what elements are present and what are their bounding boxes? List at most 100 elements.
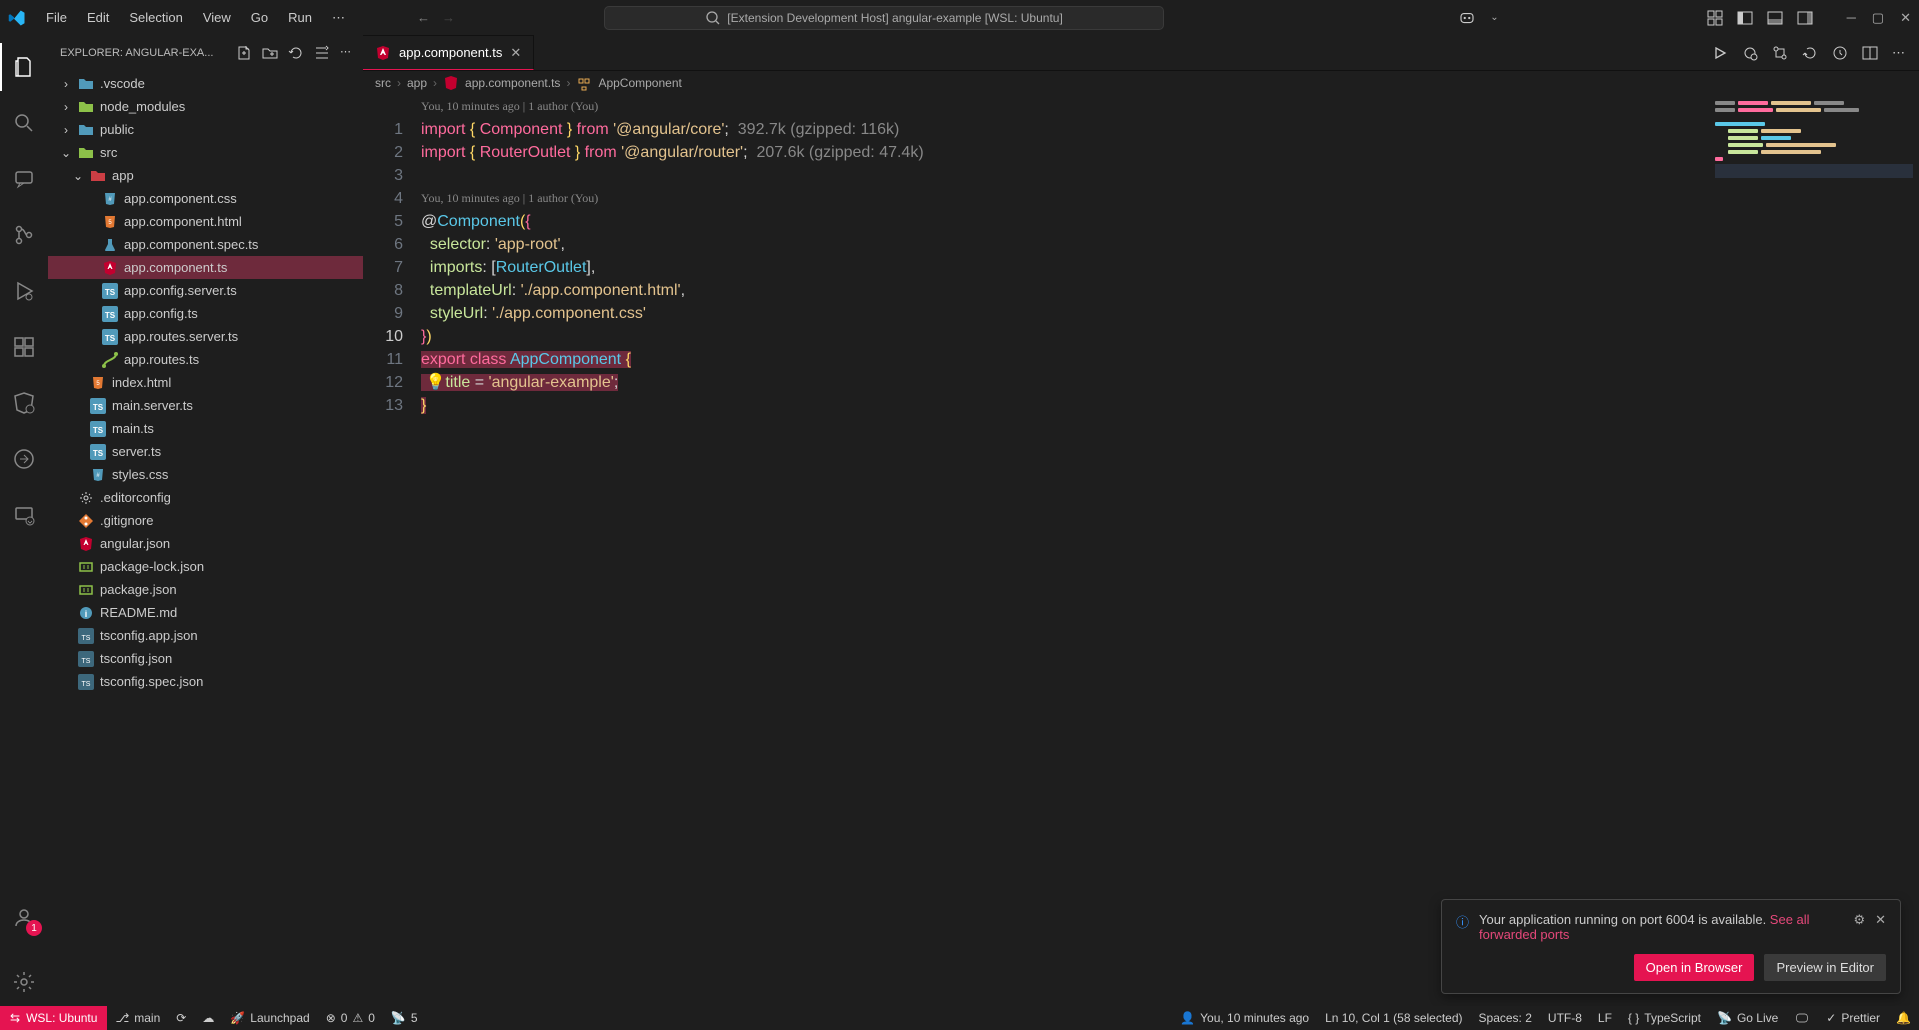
tab-app-component[interactable]: app.component.ts ✕ (363, 35, 534, 70)
layout-customize-icon[interactable] (1707, 10, 1723, 26)
status-golive[interactable]: 📡Go Live (1709, 1011, 1786, 1025)
status-launchpad[interactable]: 🚀Launchpad (222, 1006, 317, 1030)
tree-item-main-server-ts[interactable]: TSmain.server.ts (48, 394, 363, 417)
tab-close-icon[interactable]: ✕ (510, 45, 521, 61)
menu-edit[interactable]: Edit (79, 6, 117, 29)
activity-gitlens[interactable] (0, 435, 48, 483)
menu-file[interactable]: File (38, 6, 75, 29)
status-blame[interactable]: 👤You, 10 minutes ago (1172, 1011, 1317, 1025)
notification-settings-icon[interactable]: ⚙ (1853, 912, 1865, 928)
tree-item-index-html[interactable]: 5index.html (48, 371, 363, 394)
status-problems[interactable]: ⊗0 ⚠0 (318, 1006, 383, 1030)
menu-view[interactable]: View (195, 6, 239, 29)
nav-forward-icon[interactable]: → (442, 10, 455, 25)
status-cloud[interactable]: ☁ (194, 1006, 222, 1030)
split-editor-icon[interactable] (1862, 45, 1878, 61)
copilot-icon[interactable] (1458, 9, 1476, 27)
window-minimize-icon[interactable]: ─ (1847, 10, 1856, 26)
toggle-panel-icon[interactable] (1767, 10, 1783, 26)
activity-accounts[interactable]: 1 (0, 894, 48, 942)
tab-more-icon[interactable]: ⋯ (1892, 45, 1905, 61)
minimap[interactable] (1709, 95, 1919, 1006)
activity-extensions[interactable] (0, 323, 48, 371)
tree-item-README-md[interactable]: iREADME.md (48, 601, 363, 624)
notification-close-icon[interactable]: ✕ (1875, 912, 1886, 928)
copilot-chevron-icon[interactable]: ⌄ (1490, 12, 1498, 23)
file-tree[interactable]: ›.vscode›node_modules›public⌄src⌄app #ap… (48, 70, 363, 1006)
tree-item--vscode[interactable]: ›.vscode (48, 72, 363, 95)
status-remote[interactable]: ⇆ WSL: Ubuntu (0, 1006, 107, 1030)
command-center[interactable]: [Extension Development Host] angular-exa… (604, 6, 1164, 30)
tree-item-tsconfig-json[interactable]: TStsconfig.json (48, 647, 363, 670)
activity-chat[interactable] (0, 155, 48, 203)
activity-remote[interactable] (0, 491, 48, 539)
menu-selection[interactable]: Selection (121, 6, 190, 29)
status-bell[interactable]: 🔔 (1888, 1011, 1919, 1025)
lightbulb-icon[interactable]: 💡 (425, 374, 445, 391)
activity-search[interactable] (0, 99, 48, 147)
tree-item-public[interactable]: ›public (48, 118, 363, 141)
tree-item-package-lock-json[interactable]: package-lock.json (48, 555, 363, 578)
timeline-icon[interactable] (1832, 45, 1848, 61)
menu-run[interactable]: Run (280, 6, 320, 29)
tree-item-app-component-css[interactable]: #app.component.css (48, 187, 363, 210)
tree-item-app-component-spec-ts[interactable]: app.component.spec.ts (48, 233, 363, 256)
activity-settings[interactable] (0, 958, 48, 1006)
new-file-icon[interactable] (236, 45, 252, 61)
status-prettier[interactable]: ✓Prettier (1818, 1011, 1888, 1025)
debug-rerun-icon[interactable] (1742, 45, 1758, 61)
toggle-sidebar-icon[interactable] (1737, 10, 1753, 26)
code-content[interactable]: You, 10 minutes ago | 1 author (You) imp… (421, 95, 1709, 1006)
activity-angular[interactable] (0, 379, 48, 427)
preview-in-editor-button[interactable]: Preview in Editor (1764, 954, 1886, 981)
tree-item-angular-json[interactable]: angular.json (48, 532, 363, 555)
tree-item-main-ts[interactable]: TSmain.ts (48, 417, 363, 440)
status-cursor[interactable]: Ln 10, Col 1 (58 selected) (1317, 1011, 1470, 1025)
activity-explorer[interactable] (0, 43, 48, 91)
breadcrumb[interactable]: src› app› app.component.ts› AppComponent (363, 71, 1919, 95)
menu-go[interactable]: Go (243, 6, 276, 29)
status-encoding[interactable]: UTF-8 (1540, 1011, 1590, 1025)
toggle-secondary-icon[interactable] (1797, 10, 1813, 26)
open-in-browser-button[interactable]: Open in Browser (1634, 954, 1755, 981)
codelens-2[interactable]: You, 10 minutes ago | 1 author (You) (421, 187, 1709, 210)
refresh-icon[interactable] (288, 45, 304, 61)
nav-back-icon[interactable]: ← (417, 10, 430, 25)
tree-item--editorconfig[interactable]: .editorconfig (48, 486, 363, 509)
status-branch[interactable]: ⎇main (107, 1006, 168, 1030)
crumb-file[interactable]: app.component.ts (465, 76, 560, 90)
tree-item-app-config-ts[interactable]: TSapp.config.ts (48, 302, 363, 325)
tree-item-tsconfig-app-json[interactable]: TStsconfig.app.json (48, 624, 363, 647)
menu-more[interactable]: ⋯ (324, 6, 353, 30)
status-ports[interactable]: 📡5 (383, 1006, 426, 1030)
tree-item-package-json[interactable]: package.json (48, 578, 363, 601)
status-sync[interactable]: ⟳ (168, 1006, 194, 1030)
tree-item-app-component-ts[interactable]: app.component.ts (48, 256, 363, 279)
tree-item-app-routes-ts[interactable]: app.routes.ts (48, 348, 363, 371)
new-folder-icon[interactable] (262, 45, 278, 61)
status-eol[interactable]: LF (1590, 1011, 1620, 1025)
status-language[interactable]: { }TypeScript (1620, 1011, 1709, 1025)
tree-item-server-ts[interactable]: TSserver.ts (48, 440, 363, 463)
git-compare-icon[interactable] (1772, 45, 1788, 61)
run-icon[interactable] (1712, 45, 1728, 61)
activity-source-control[interactable] (0, 211, 48, 259)
more-icon[interactable]: ⋯ (340, 45, 351, 61)
activity-run-debug[interactable] (0, 267, 48, 315)
tree-item--gitignore[interactable]: .gitignore (48, 509, 363, 532)
window-maximize-icon[interactable]: ▢ (1872, 10, 1884, 26)
tree-item-tsconfig-spec-json[interactable]: TStsconfig.spec.json (48, 670, 363, 693)
tree-item-app-routes-server-ts[interactable]: TSapp.routes.server.ts (48, 325, 363, 348)
tree-item-app-config-server-ts[interactable]: TSapp.config.server.ts (48, 279, 363, 302)
tree-item-app[interactable]: ⌄app (48, 164, 363, 187)
status-copilot[interactable] (1786, 1010, 1818, 1026)
codelens-1[interactable]: You, 10 minutes ago | 1 author (You) (421, 95, 1709, 118)
status-spaces[interactable]: Spaces: 2 (1471, 1011, 1540, 1025)
tree-item-src[interactable]: ⌄src (48, 141, 363, 164)
tree-item-app-component-html[interactable]: 5app.component.html (48, 210, 363, 233)
tree-item-styles-css[interactable]: #styles.css (48, 463, 363, 486)
next-change-icon[interactable] (1802, 45, 1818, 61)
crumb-symbol[interactable]: AppComponent (598, 76, 681, 90)
crumb-app[interactable]: app (407, 76, 427, 90)
window-close-icon[interactable]: ✕ (1900, 10, 1911, 26)
